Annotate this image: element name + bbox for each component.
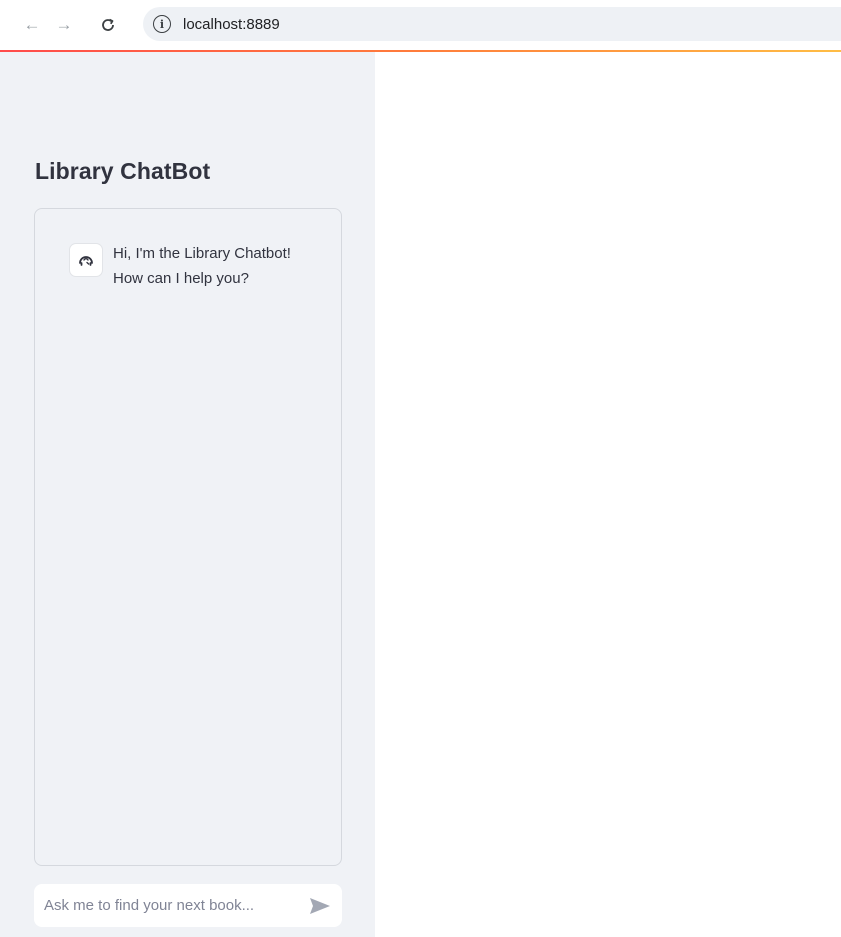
chat-message-assistant: Hi, I'm the Library Chatbot! How can I h… [69,243,323,291]
back-button[interactable]: ← [18,11,46,39]
send-icon [310,898,330,914]
main-content-area [375,52,841,937]
arrow-right-icon: → [55,15,73,34]
sidebar-title: Library ChatBot [35,158,211,184]
url-text: localhost:8889 [183,15,280,33]
chat-message-text: Hi, I'm the Library Chatbot! How can I h… [113,245,291,287]
reload-icon [102,18,114,31]
info-icon[interactable]: i [153,15,171,33]
chat-input[interactable] [44,885,294,926]
sidebar: Library ChatBot Hi, I'm the Library Chat… [0,52,375,937]
send-button[interactable] [308,894,332,918]
arrow-left-icon: ← [23,15,41,34]
chat-input-container[interactable] [34,884,342,927]
address-bar[interactable]: i localhost:8889 [143,7,841,41]
forward-button[interactable]: → [50,11,78,39]
browser-toolbar: ← → i localhost:8889 [0,0,841,50]
reload-button[interactable] [94,11,122,39]
bot-avatar-icon [69,243,103,277]
chat-history-container[interactable]: Hi, I'm the Library Chatbot! How can I h… [34,208,342,866]
